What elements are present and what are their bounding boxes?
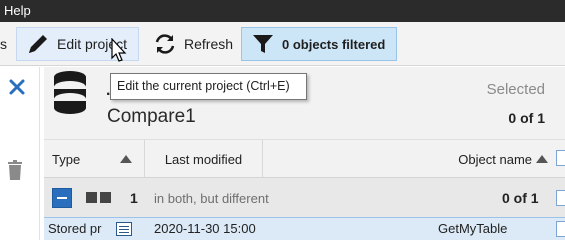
close-icon[interactable] bbox=[8, 78, 26, 96]
menu-help[interactable]: Help bbox=[4, 3, 31, 18]
cursor-icon bbox=[110, 37, 128, 69]
sort-ascending-icon bbox=[536, 155, 548, 163]
group-count: 1 bbox=[130, 190, 138, 206]
selected-count: 0 of 1 bbox=[508, 110, 545, 126]
row-last-modified: 2020-11-30 15:00 bbox=[154, 221, 256, 236]
refresh-button[interactable]: Refresh bbox=[146, 27, 238, 61]
column-type-label: Type bbox=[52, 151, 81, 167]
group-checkbox[interactable] bbox=[556, 190, 565, 206]
group-description: in both, but different bbox=[154, 191, 269, 206]
toolbar: s Edit project Refresh 0 objects filtere… bbox=[0, 22, 565, 66]
table-row[interactable]: Stored pr 2020-11-30 15:00 GetMyTable bbox=[44, 217, 565, 240]
filter-button[interactable]: 0 objects filtered bbox=[241, 27, 397, 61]
filter-icon bbox=[250, 31, 276, 57]
column-last-modified-label: Last modified bbox=[164, 151, 243, 167]
toolbar-cut-label[interactable]: s bbox=[0, 36, 7, 52]
collapse-group-button[interactable] bbox=[52, 188, 72, 208]
trash-icon[interactable] bbox=[7, 160, 23, 180]
refresh-icon bbox=[152, 31, 178, 57]
group-selected-ratio: 0 of 1 bbox=[502, 190, 539, 206]
grid-header: Type Last modified Object name bbox=[44, 139, 565, 178]
edit-project-tooltip: Edit the current project (Ctrl+E) bbox=[110, 73, 307, 100]
stored-procedure-icon bbox=[116, 222, 132, 236]
database-icon bbox=[53, 70, 87, 114]
pencil-icon bbox=[25, 31, 51, 57]
column-header-last-modified[interactable]: Last modified bbox=[144, 140, 262, 178]
filter-label: 0 objects filtered bbox=[282, 36, 386, 52]
right-side-icon bbox=[100, 192, 111, 203]
selected-label: Selected bbox=[486, 81, 545, 98]
refresh-label: Refresh bbox=[184, 36, 234, 52]
menu-bar: Help bbox=[0, 0, 565, 22]
left-side-icon bbox=[86, 192, 97, 203]
project-name: Compare1 bbox=[107, 106, 196, 127]
row-checkbox[interactable] bbox=[556, 221, 565, 237]
sort-ascending-icon bbox=[120, 155, 132, 163]
column-header-type[interactable]: Type bbox=[52, 140, 144, 178]
select-all-checkbox[interactable] bbox=[556, 150, 565, 166]
group-row: 1 in both, but different 0 of 1 bbox=[44, 177, 565, 217]
column-header-object-name[interactable]: Object name bbox=[262, 140, 552, 178]
row-type: Stored pr bbox=[48, 221, 102, 236]
column-object-name-label: Object name bbox=[458, 151, 532, 167]
row-object-name: GetMyTable bbox=[438, 221, 508, 236]
